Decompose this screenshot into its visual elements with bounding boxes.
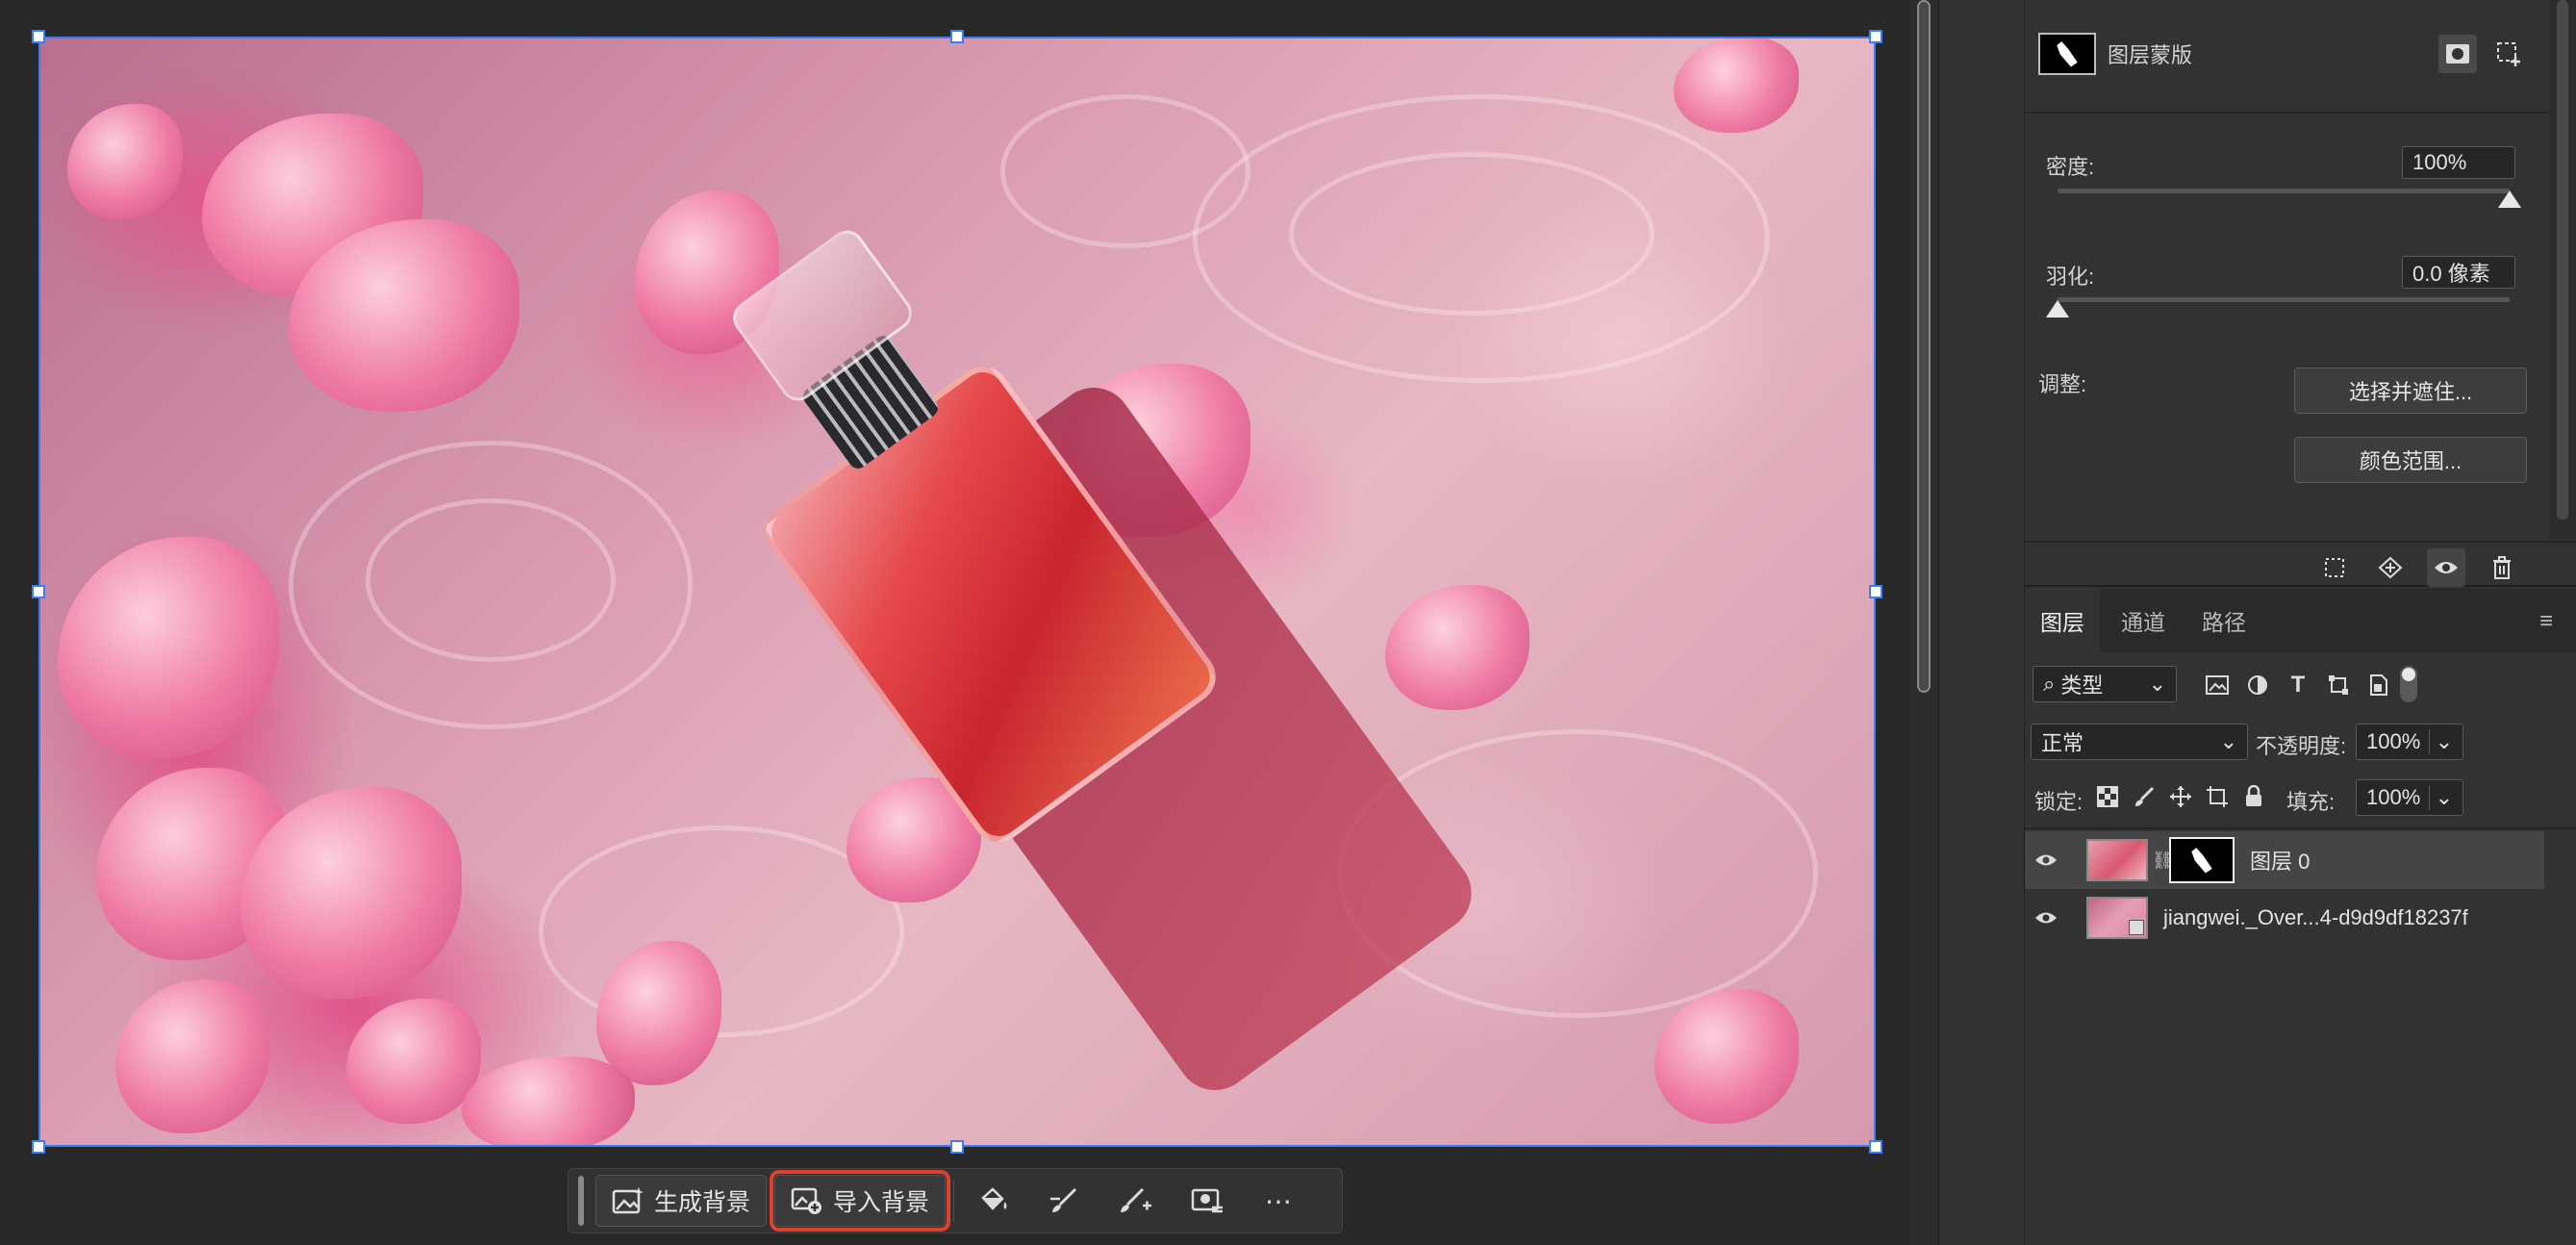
density-label: 密度: xyxy=(2046,155,2095,179)
resize-handle-bottom-center[interactable] xyxy=(950,1140,964,1154)
generate-background-button[interactable]: 生成背景 xyxy=(595,1175,768,1227)
layers-divider xyxy=(2025,827,2576,829)
import-background-button[interactable]: 导入背景 xyxy=(770,1170,951,1232)
visibility-eye-icon[interactable] xyxy=(2025,910,2067,926)
layer-name[interactable]: 图层 0 xyxy=(2250,845,2310,876)
properties-divider xyxy=(2025,112,2576,114)
image-sparkle-icon xyxy=(612,1187,644,1214)
chevron-down-icon: ⌄ xyxy=(2428,785,2453,810)
document-canvas[interactable]: 生成背景 导入背景 ⋯ xyxy=(0,0,1909,1245)
fill-bucket-icon[interactable] xyxy=(962,1175,1025,1227)
resize-handle-top-left[interactable] xyxy=(32,30,45,43)
resize-handle-top-right[interactable] xyxy=(1869,30,1882,43)
lock-position-icon[interactable] xyxy=(2161,777,2200,816)
layer-mask-thumbnail[interactable] xyxy=(2169,837,2235,883)
chevron-down-icon: ⌄ xyxy=(2428,729,2453,754)
layer-mask-thumbnail xyxy=(2038,33,2096,75)
vector-mask-icon[interactable] xyxy=(2490,35,2529,73)
layers-panel: 图层 通道 路径 ≡ ⌕ 类型 ⌄ T 正常 ⌄ 不透明度: 100% ⌄ 锁定… xyxy=(2025,589,2576,1245)
filter-kind-label: 类型 xyxy=(2060,673,2104,698)
scrollbar-thumb[interactable] xyxy=(1917,0,1931,693)
resize-handle-middle-right[interactable] xyxy=(1869,585,1882,598)
disable-mask-eye-icon[interactable] xyxy=(2427,548,2465,587)
delete-mask-icon[interactable] xyxy=(2483,548,2521,587)
filter-shape-icon[interactable] xyxy=(2319,666,2358,704)
link-icon[interactable]: ⛓ xyxy=(2152,851,2174,871)
mask-settings-icon[interactable] xyxy=(1175,1175,1239,1227)
import-background-label: 导入背景 xyxy=(833,1189,930,1216)
apply-mask-icon[interactable] xyxy=(2371,548,2410,587)
lock-image-pixels-icon[interactable] xyxy=(2125,777,2163,816)
density-slider-track[interactable] xyxy=(2058,189,2510,193)
visibility-eye-icon[interactable] xyxy=(2025,852,2067,868)
lock-artboard-icon[interactable] xyxy=(2198,777,2236,816)
taskbar-drag-handle[interactable] xyxy=(578,1176,584,1226)
chevron-down-icon: ⌄ xyxy=(2219,729,2237,753)
resize-handle-bottom-right[interactable] xyxy=(1869,1140,1882,1154)
properties-panel: 图层蒙版 密度: 100% 羽化: 0.0 像素 调整: 选择并遮住... 颜色… xyxy=(2025,0,2576,587)
select-and-mask-button[interactable]: 选择并遮住... xyxy=(2294,368,2527,414)
generate-background-label: 生成背景 xyxy=(654,1189,751,1216)
properties-divider xyxy=(2025,541,2576,543)
resize-handle-middle-left[interactable] xyxy=(32,585,45,598)
fill-field[interactable]: 100% ⌄ xyxy=(2356,779,2463,816)
layer-row-layer0[interactable]: ⛓ 图层 0 xyxy=(2025,831,2544,889)
properties-title: 图层蒙版 xyxy=(2108,43,2193,67)
filter-toggle-switch[interactable] xyxy=(2400,666,2417,702)
opacity-value: 100% xyxy=(2366,729,2421,753)
filter-type-icon[interactable]: T xyxy=(2279,666,2317,704)
canvas-vertical-scrollbar[interactable] xyxy=(1909,0,1938,1245)
feather-label: 羽化: xyxy=(2046,265,2095,289)
search-icon: ⌕ xyxy=(2043,672,2056,696)
filter-adjustment-icon[interactable] xyxy=(2238,666,2277,704)
filter-pixel-icon[interactable] xyxy=(2198,666,2236,704)
tab-paths[interactable]: 路径 xyxy=(2185,589,2263,652)
image-add-icon xyxy=(791,1187,822,1214)
blend-mode-value: 正常 xyxy=(2041,731,2084,755)
brush-subtract-icon[interactable] xyxy=(1033,1175,1097,1227)
fill-value: 100% xyxy=(2366,785,2421,809)
layer-thumbnail xyxy=(2086,839,2148,881)
chevron-down-icon: ⌄ xyxy=(2148,672,2166,696)
opacity-field[interactable]: 100% ⌄ xyxy=(2356,724,2463,760)
feather-field[interactable]: 0.0 像素 xyxy=(2402,256,2515,289)
feather-slider-track[interactable] xyxy=(2058,297,2510,302)
resize-handle-top-center[interactable] xyxy=(950,30,964,43)
pixel-mask-icon[interactable] xyxy=(2438,35,2477,73)
resize-handle-bottom-left[interactable] xyxy=(32,1140,45,1154)
brush-add-icon[interactable] xyxy=(1104,1175,1168,1227)
filter-smart-object-icon[interactable] xyxy=(2360,666,2398,704)
lock-transparent-pixels-icon[interactable] xyxy=(2088,777,2127,816)
taskbar-separator xyxy=(953,1180,955,1222)
load-selection-icon[interactable] xyxy=(2315,548,2354,587)
right-panel: 图层蒙版 密度: 100% 羽化: 0.0 像素 调整: 选择并遮住... 颜色… xyxy=(2025,0,2576,1245)
properties-scrollbar[interactable] xyxy=(2549,0,2576,539)
layer-thumbnail xyxy=(2086,897,2148,939)
panel-dock-strip xyxy=(1938,0,2025,1245)
lock-label: 锁定: xyxy=(2034,790,2084,814)
layer-filter-kind[interactable]: ⌕ 类型 ⌄ xyxy=(2033,666,2177,702)
lock-all-icon[interactable] xyxy=(2235,777,2273,816)
layer-name[interactable]: jiangwei._Over...4-d9d9df18237f xyxy=(2163,905,2468,930)
scrollbar-thumb[interactable] xyxy=(2557,0,2568,520)
blend-mode-select[interactable]: 正常 ⌄ xyxy=(2031,724,2248,760)
adjust-label: 调整: xyxy=(2038,372,2087,396)
perfume-photo xyxy=(38,37,1876,1147)
opacity-label: 不透明度: xyxy=(2256,734,2347,758)
density-field[interactable]: 100% xyxy=(2402,146,2515,179)
smart-object-badge-icon xyxy=(2129,920,2144,935)
fill-label: 填充: xyxy=(2286,790,2336,814)
panel-menu-icon[interactable]: ≡ xyxy=(2539,608,2553,635)
tab-layers[interactable]: 图层 xyxy=(2025,589,2100,652)
color-range-button[interactable]: 颜色范围... xyxy=(2294,437,2527,483)
more-options-icon[interactable]: ⋯ xyxy=(1247,1175,1310,1227)
tab-channels[interactable]: 通道 xyxy=(2102,589,2185,652)
contextual-task-bar: 生成背景 导入背景 ⋯ xyxy=(568,1168,1343,1233)
feather-slider-thumb[interactable] xyxy=(2046,300,2069,318)
layer-row-smart-object[interactable]: jiangwei._Over...4-d9d9df18237f xyxy=(2025,889,2544,947)
density-slider-thumb[interactable] xyxy=(2498,191,2521,208)
